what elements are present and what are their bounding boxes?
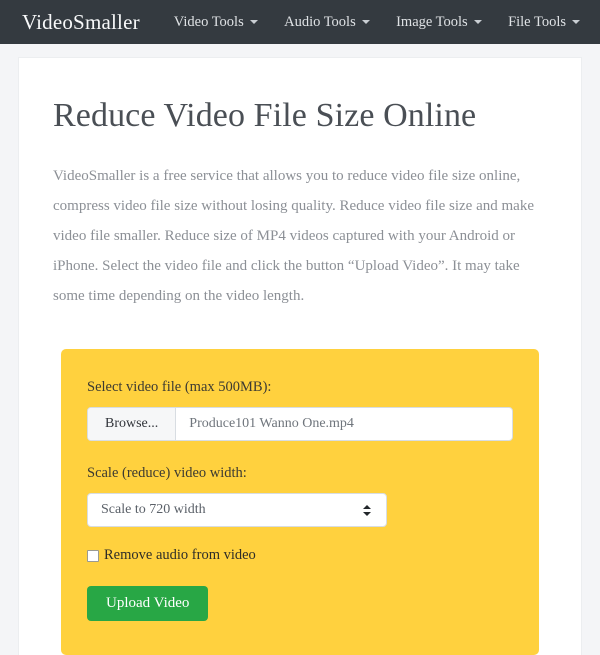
arrow-up-icon	[363, 504, 371, 509]
nav-item-label: File Tools	[508, 13, 566, 30]
nav-item-label: Audio Tools	[284, 13, 356, 30]
page-title: Reduce Video File Size Online	[53, 97, 477, 134]
upload-form-panel: Select video file (max 500MB): Browse...…	[61, 349, 539, 655]
file-input[interactable]: Browse... Produce101 Wanno One.mp4	[87, 407, 513, 442]
scale-width-select[interactable]: Scale to 720 width	[87, 493, 387, 528]
nav-item-label: Image Tools	[396, 13, 468, 30]
top-navbar: VideoSmaller Video Tools Audio Tools Ima…	[0, 0, 600, 44]
upload-video-button[interactable]: Upload Video	[87, 586, 209, 622]
nav-item-label: Video Tools	[173, 13, 244, 30]
nav-item-file-tools[interactable]: File Tools	[502, 10, 586, 35]
nav-item-image-tools[interactable]: Image Tools	[390, 10, 488, 35]
content-card: Reduce Video File Size Online VideoSmall…	[18, 57, 582, 655]
page-wrapper: Reduce Video File Size Online VideoSmall…	[0, 44, 600, 655]
arrow-down-icon	[363, 511, 371, 516]
brand-logo[interactable]: VideoSmaller	[22, 10, 140, 35]
nav-menu: Video Tools Audio Tools Image Tools File…	[168, 10, 586, 35]
chevron-down-icon	[249, 20, 258, 24]
scale-field-label: Scale (reduce) video width:	[87, 465, 247, 482]
chevron-down-icon	[361, 20, 370, 24]
remove-audio-row[interactable]: Remove audio from video	[87, 547, 513, 564]
remove-audio-label: Remove audio from video	[104, 547, 256, 564]
chevron-down-icon	[473, 20, 482, 24]
scale-width-selected-value: Scale to 720 width	[101, 502, 206, 518]
select-updown-icon	[363, 504, 371, 516]
selected-file-name: Produce101 Wanno One.mp4	[189, 416, 354, 432]
nav-item-audio-tools[interactable]: Audio Tools	[278, 10, 376, 35]
nav-item-video-tools[interactable]: Video Tools	[168, 10, 264, 35]
remove-audio-checkbox[interactable]	[87, 549, 99, 562]
chevron-down-icon	[572, 20, 580, 24]
browse-button[interactable]: Browse...	[88, 408, 177, 441]
file-field-label: Select video file (max 500MB):	[87, 379, 272, 396]
intro-paragraph: VideoSmaller is a free service that allo…	[53, 168, 534, 305]
